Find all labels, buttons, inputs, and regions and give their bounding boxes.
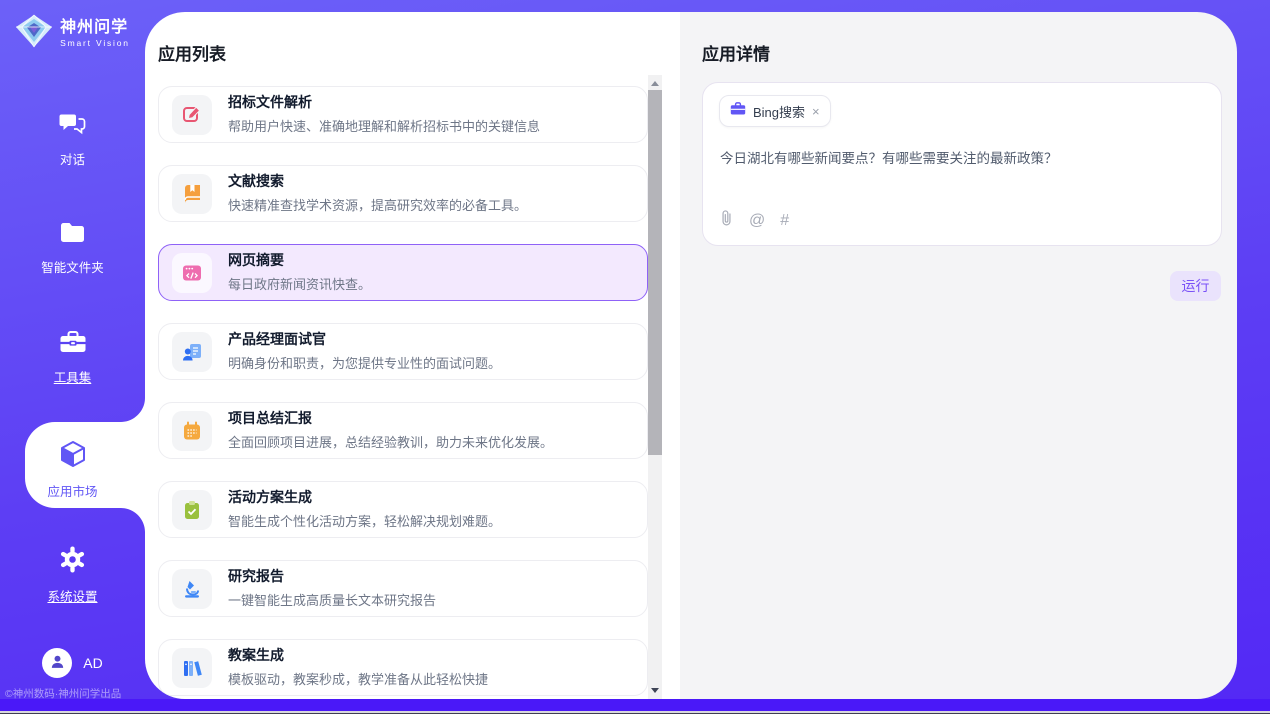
app-card-description: 模板驱动，教案秒成，教学准备从此轻松快捷 — [228, 669, 488, 688]
gear-icon — [59, 546, 86, 578]
sidebar-item-toolset[interactable]: 工具集 — [0, 330, 145, 386]
sidebar-item-app-market[interactable]: 应用市场 — [0, 440, 145, 500]
pm-interviewer-icon — [172, 332, 212, 372]
sidebar-item-chat[interactable]: 对话 — [0, 112, 145, 168]
app-card-title: 活动方案生成 — [228, 489, 501, 507]
briefcase-icon — [730, 101, 746, 121]
app-detail-title: 应用详情 — [702, 40, 770, 65]
chat-icon — [59, 112, 86, 141]
scrollbar-thumb[interactable] — [648, 90, 662, 455]
research-report-icon — [172, 569, 212, 609]
tool-chip-bing-search[interactable]: Bing搜索 × — [719, 95, 831, 127]
sidebar: 神州问学 Smart Vision 对话 智能文件夹 — [0, 0, 145, 714]
sidebar-item-label: 工具集 — [54, 367, 92, 386]
app-card-description: 一键智能生成高质量长文本研究报告 — [228, 590, 436, 609]
at-icon[interactable]: @ — [749, 212, 765, 230]
sidebar-item-label: 智能文件夹 — [41, 257, 104, 276]
app-card-webpage-summary[interactable]: 网页摘要 每日政府新闻资讯快查。 — [158, 244, 648, 301]
app-card-title: 网页摘要 — [228, 252, 371, 270]
app-list-scrollbar[interactable] — [648, 75, 662, 699]
app-card-title: 研究报告 — [228, 568, 436, 586]
query-text[interactable]: 今日湖北有哪些新闻要点？有哪些需要关注的最新政策？ — [720, 149, 1206, 169]
brand-logo: 神州问学 Smart Vision — [0, 14, 145, 53]
sidebar-item-smart-folder[interactable]: 智能文件夹 — [0, 222, 145, 276]
app-detail-panel: 应用详情 Bing搜索 × 今日湖北有哪些新闻要点？有哪些需要关注的最新政策？ — [680, 12, 1237, 699]
app-card-list: 招标文件解析 帮助用户快速、准确地理解和解析招标书中的关键信息 文献搜索 快速精… — [158, 86, 648, 699]
copyright-footer: ©神州数码·神州问学出品 — [5, 686, 145, 701]
app-card-title: 教案生成 — [228, 647, 488, 665]
app-card-event-plan[interactable]: 活动方案生成 智能生成个性化活动方案，轻松解决规划难题。 — [158, 481, 648, 538]
bottom-accent-bar — [0, 699, 1270, 711]
query-editor-card[interactable]: Bing搜索 × 今日湖北有哪些新闻要点？有哪些需要关注的最新政策？ @ # — [702, 82, 1222, 246]
app-card-research-report[interactable]: 研究报告 一键智能生成高质量长文本研究报告 — [158, 560, 648, 617]
app-card-title: 产品经理面试官 — [228, 331, 501, 349]
app-card-bid-parse[interactable]: 招标文件解析 帮助用户快速、准确地理解和解析招标书中的关键信息 — [158, 86, 648, 143]
user-name: AD — [83, 655, 102, 671]
app-card-description: 帮助用户快速、准确地理解和解析招标书中的关键信息 — [228, 116, 540, 135]
app-card-pm-interviewer[interactable]: 产品经理面试官 明确身份和职责，为您提供专业性的面试问题。 — [158, 323, 648, 380]
sidebar-item-label: 系统设置 — [47, 586, 97, 605]
person-avatar-icon — [49, 653, 66, 673]
content-container: 应用列表 招标文件解析 帮助用户快速、准确地理解和解析招标书中的关键信息 — [145, 12, 1237, 699]
lesson-plan-icon — [172, 648, 212, 688]
literature-search-icon — [172, 174, 212, 214]
app-card-title: 项目总结汇报 — [228, 410, 553, 428]
gem-diamond-icon — [15, 14, 53, 53]
input-toolbar: @ # — [719, 209, 789, 232]
sidebar-item-label: 对话 — [60, 149, 85, 168]
app-card-project-summary[interactable]: 项目总结汇报 全面回顾项目进展，总结经验教训，助力未来优化发展。 — [158, 402, 648, 459]
close-icon[interactable]: × — [812, 105, 820, 118]
paperclip-icon[interactable] — [719, 209, 734, 232]
project-summary-icon — [172, 411, 212, 451]
folder-icon — [59, 222, 86, 249]
app-card-title: 文献搜索 — [228, 173, 527, 191]
run-button[interactable]: 运行 — [1170, 271, 1221, 301]
app-card-description: 快速精准查找学术资源，提高研究效率的必备工具。 — [228, 195, 527, 214]
app-card-description: 每日政府新闻资讯快查。 — [228, 274, 371, 293]
app-card-literature-search[interactable]: 文献搜索 快速精准查找学术资源，提高研究效率的必备工具。 — [158, 165, 648, 222]
app-card-lesson-plan[interactable]: 教案生成 模板驱动，教案秒成，教学准备从此轻松快捷 — [158, 639, 648, 696]
app-list-panel: 应用列表 招标文件解析 帮助用户快速、准确地理解和解析招标书中的关键信息 — [145, 12, 680, 699]
app-list-title: 应用列表 — [158, 40, 226, 65]
app-card-description: 智能生成个性化活动方案，轻松解决规划难题。 — [228, 511, 501, 530]
brand-subtitle: Smart Vision — [60, 38, 130, 48]
app-market-page: { "brand": { "name": "神州问学", "subtitle":… — [0, 0, 1270, 714]
scroll-up-icon[interactable] — [651, 81, 659, 86]
sidebar-item-settings[interactable]: 系统设置 — [0, 546, 145, 605]
bid-document-parse-icon — [172, 95, 212, 135]
app-card-description: 全面回顾项目进展，总结经验教训，助力未来优化发展。 — [228, 432, 553, 451]
cube-icon — [60, 440, 86, 473]
sidebar-item-label: 应用市场 — [47, 481, 97, 500]
event-plan-icon — [172, 490, 212, 530]
webpage-summary-icon — [172, 253, 212, 293]
app-card-title: 招标文件解析 — [228, 94, 540, 112]
hash-icon[interactable]: # — [780, 212, 789, 230]
scroll-down-icon[interactable] — [651, 688, 659, 693]
toolbox-icon — [59, 330, 87, 359]
tool-chip-label: Bing搜索 — [753, 102, 805, 121]
avatar — [42, 648, 72, 678]
brand-name: 神州问学 — [60, 19, 130, 37]
user-account[interactable]: AD — [0, 648, 145, 678]
app-card-description: 明确身份和职责，为您提供专业性的面试问题。 — [228, 353, 501, 372]
